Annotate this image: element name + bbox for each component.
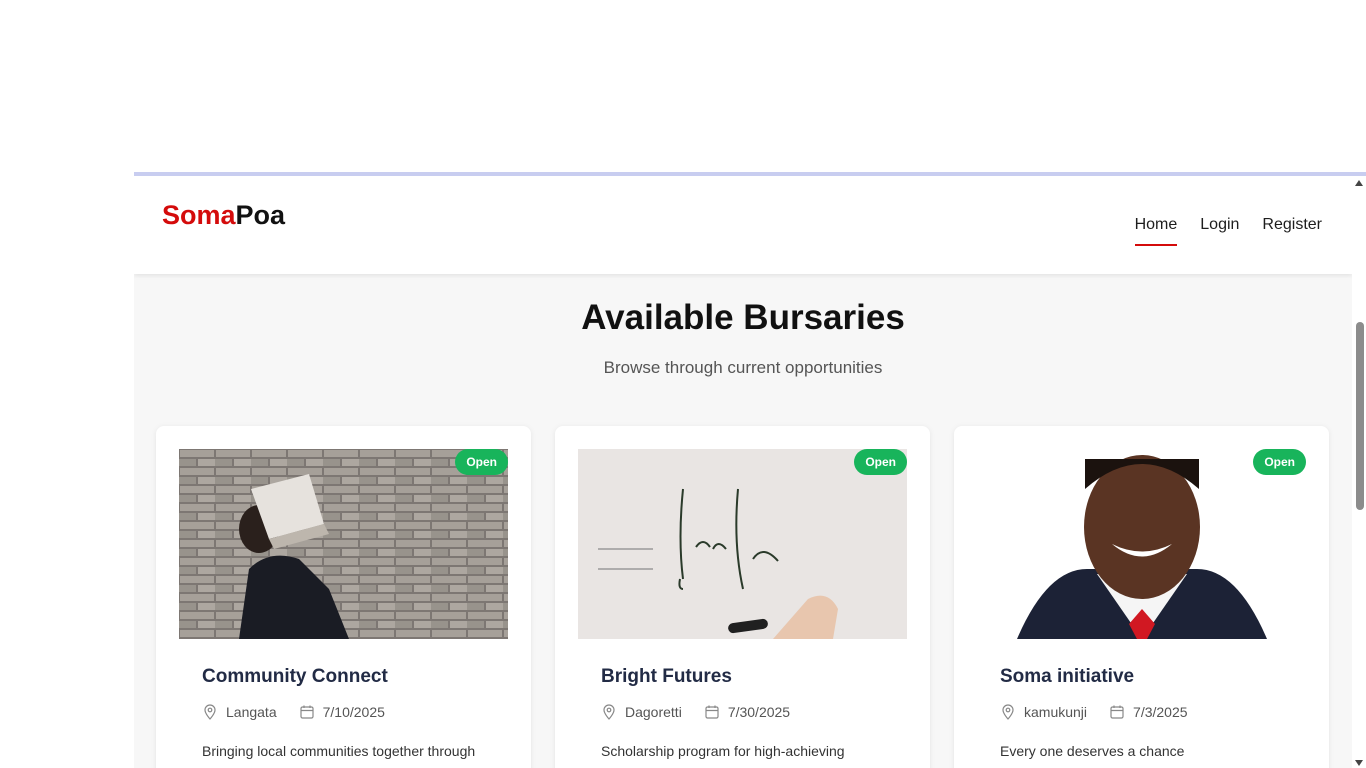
card-date: 7/30/2025 [727,704,791,720]
map-pin-icon [202,704,218,720]
card-description: Bringing local communities together thro… [202,743,476,759]
logo-part-1: Soma [162,200,236,230]
bursary-image-portrait [977,449,1306,639]
scroll-up-arrow-icon[interactable] [1355,180,1363,186]
card-meta: Langata 7/10/2025 [202,704,385,720]
vertical-scrollbar[interactable] [1352,176,1366,768]
bursary-image-student-with-book [179,449,508,639]
page-subtitle: Browse through current opportunities [603,358,883,377]
bursary-card[interactable]: Open Soma initiative kamukunji 7/3/2025 … [954,426,1329,768]
card-location: Dagoretti [625,704,682,720]
map-pin-icon [1000,704,1016,720]
bursary-card[interactable]: Open Bright Futures Dagoretti 7/30/2025 … [555,426,930,768]
logo[interactable]: SomaPoa [162,200,285,231]
card-meta: kamukunji 7/3/2025 [1000,704,1188,720]
card-description: Every one deserves a chance [1000,743,1185,759]
calendar-icon [1109,704,1125,720]
bursary-card[interactable]: Open Community Connect Langata 7/10/2025… [156,426,531,768]
navbar: SomaPoa Home Login Register [134,176,1352,274]
card-meta: Dagoretti 7/30/2025 [601,704,790,720]
nav-home-link[interactable]: Home [1134,216,1177,246]
app-frame: SomaPoa Home Login Register Available Bu… [134,172,1366,768]
card-title[interactable]: Community Connect [202,666,388,688]
map-pin-icon [601,704,617,720]
scroll-down-arrow-icon[interactable] [1355,760,1363,766]
card-location: Langata [226,704,277,720]
card-date: 7/3/2025 [1133,704,1188,720]
scroll-thumb[interactable] [1356,322,1364,510]
status-badge: Open [1253,449,1306,475]
card-location: kamukunji [1024,704,1088,720]
bursary-image-whiteboard-equation [578,449,907,639]
status-badge: Open [854,449,907,475]
nav-links: Home Login Register [1134,216,1322,246]
card-title[interactable]: Soma initiative [1000,666,1134,688]
calendar-icon [704,704,720,720]
nav-login-link[interactable]: Login [1200,216,1239,246]
card-date: 7/10/2025 [322,704,385,720]
nav-register-link[interactable]: Register [1262,216,1322,246]
page-title: Available Bursaries [581,298,905,337]
card-title[interactable]: Bright Futures [601,666,732,688]
card-description: Scholarship program for high-achieving [601,743,845,759]
status-badge: Open [455,449,508,475]
logo-part-2: Poa [235,200,286,230]
calendar-icon [299,704,315,720]
